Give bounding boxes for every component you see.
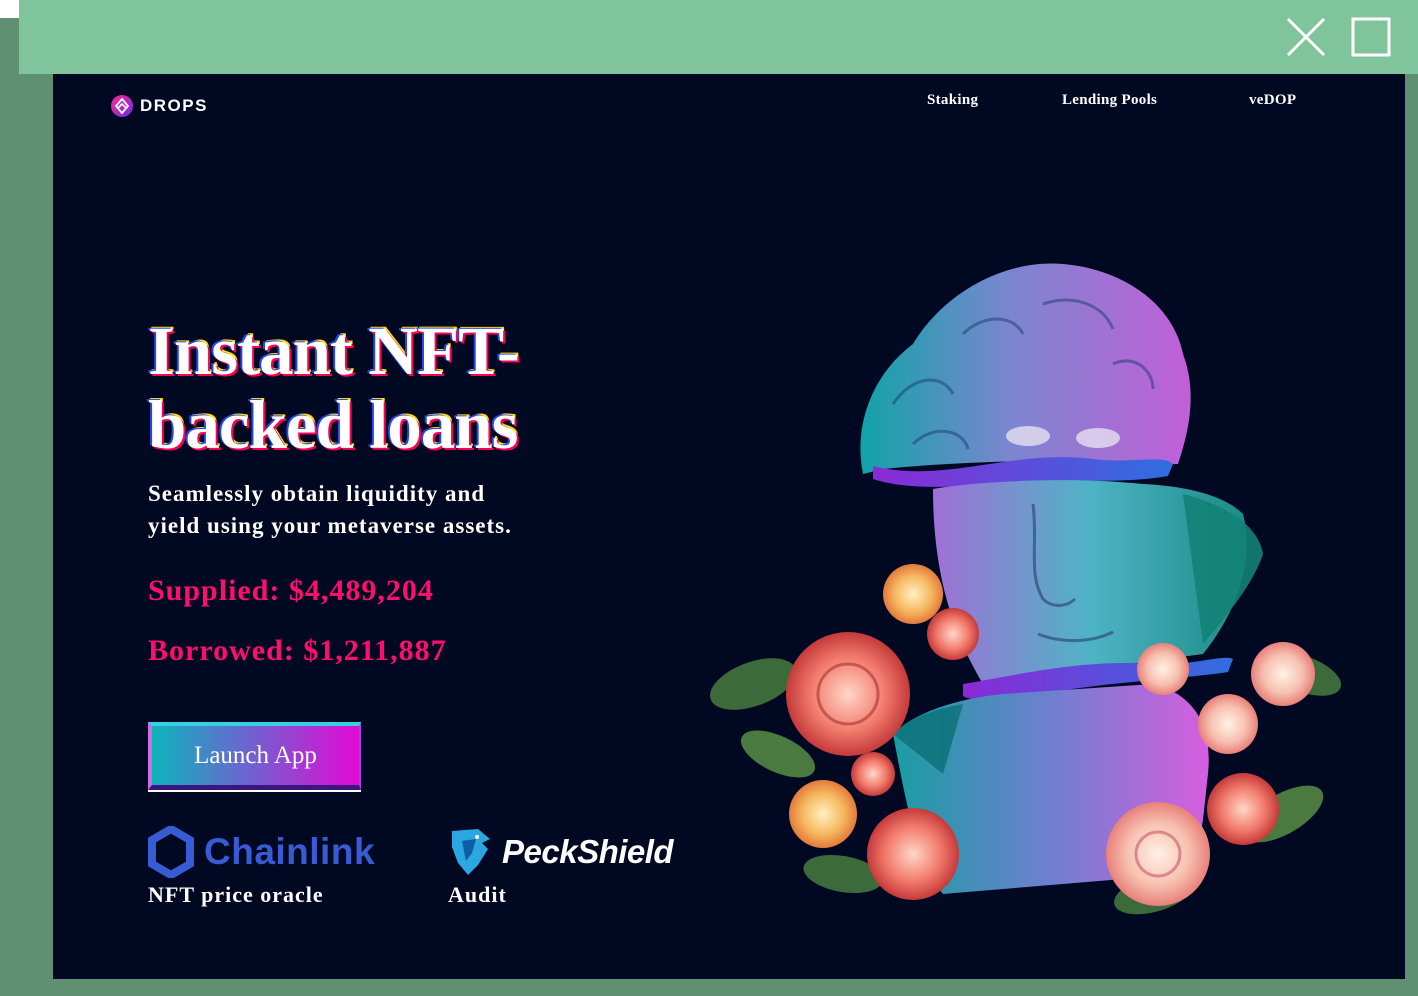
peckshield-bird-icon xyxy=(452,829,490,875)
subtitle-line-2: yield using your metaverse assets. xyxy=(148,513,512,538)
hero-headline: Instant NFT- backed loans xyxy=(148,314,668,462)
partner-peckshield: PeckShield Audit xyxy=(448,826,674,908)
launch-app-label: Launch App xyxy=(194,741,317,769)
window-corner xyxy=(0,0,19,18)
maximize-icon[interactable] xyxy=(1351,17,1391,57)
drops-logo-icon xyxy=(111,95,133,117)
hero-subtitle: Seamlessly obtain liquidity and yield us… xyxy=(148,478,568,542)
chainlink-hexagon-icon xyxy=(148,826,194,878)
peckshield-name: PeckShield xyxy=(502,833,674,870)
peckshield-caption: Audit xyxy=(448,882,507,907)
borrowed-stat: Borrowed: $1,211,887 xyxy=(148,634,447,667)
drops-logo[interactable]: DROPS xyxy=(110,94,208,118)
chainlink-caption: NFT price oracle xyxy=(148,882,324,907)
statue-bust-illustration xyxy=(710,263,1342,915)
page-content: DROPS Staking Lending Pools veDOP Instan… xyxy=(53,74,1405,979)
nav-vedop[interactable]: veDOP xyxy=(1249,92,1296,109)
launch-app-button[interactable]: Launch App xyxy=(148,722,361,790)
headline-line-1: Instant NFT- xyxy=(148,313,520,389)
headline-line-2: backed loans xyxy=(148,387,519,463)
nav-lending-pools[interactable]: Lending Pools xyxy=(1062,92,1157,109)
supplied-stat: Supplied: $4,489,204 xyxy=(148,574,434,607)
logo-text: DROPS xyxy=(140,96,208,115)
nav-staking[interactable]: Staking xyxy=(927,92,978,109)
partner-chainlink: Chainlink NFT price oracle xyxy=(148,826,375,908)
peckshield-logo[interactable]: PeckShield xyxy=(448,826,674,878)
close-icon[interactable] xyxy=(1286,17,1326,57)
subtitle-line-1: Seamlessly obtain liquidity and xyxy=(148,481,486,506)
chainlink-name: Chainlink xyxy=(204,831,376,872)
chainlink-logo[interactable]: Chainlink xyxy=(148,826,375,878)
window-titlebar xyxy=(19,0,1418,74)
